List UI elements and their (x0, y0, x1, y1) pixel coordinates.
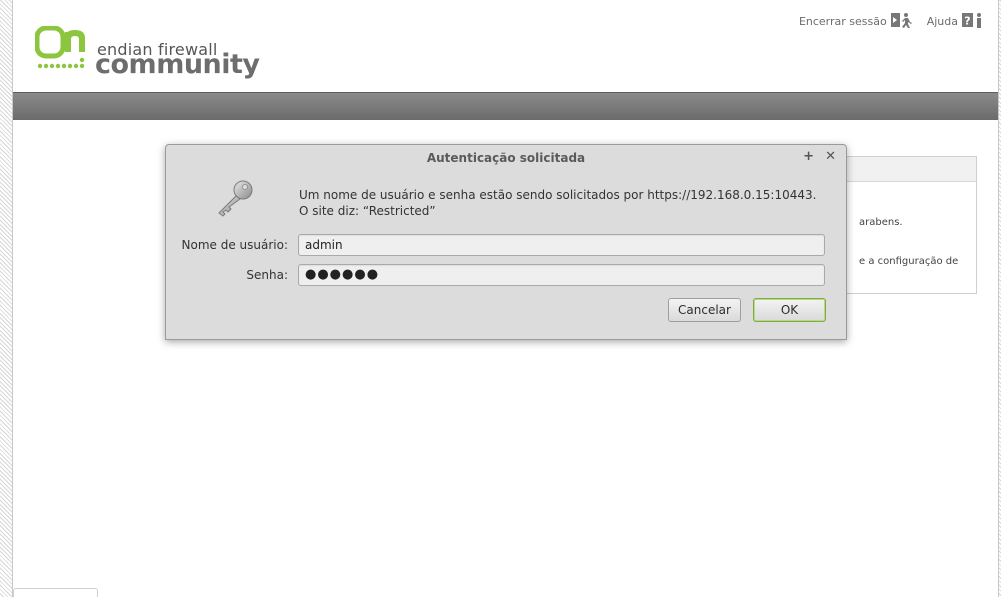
navigation-bar (13, 92, 998, 120)
help-link[interactable]: Ajuda ? (927, 12, 984, 31)
dialog-message: Um nome de usuário e senha estão sendo s… (299, 187, 816, 219)
background-text-1: arabens. (859, 217, 903, 228)
svg-text:?: ? (964, 15, 970, 28)
cancel-button[interactable]: Cancelar (668, 298, 741, 322)
top-links: Encerrar sessão Ajuda ? (785, 12, 984, 31)
username-label: Nome de usuário: (181, 238, 289, 252)
maximize-button[interactable]: + (803, 149, 814, 165)
left-margin (0, 0, 12, 597)
background-text-2: e a configuração de (859, 256, 959, 267)
logout-label: Encerrar sessão (798, 15, 887, 28)
username-input[interactable]: admin (298, 234, 825, 256)
ok-button[interactable]: OK (753, 298, 826, 322)
auth-dialog: Autenticação solicitada + ✕ Um nome de u… (165, 144, 847, 340)
logout-icon (890, 12, 913, 31)
password-label: Senha: (246, 268, 288, 282)
dialog-title: Autenticação solicitada (426, 151, 586, 165)
logout-link[interactable]: Encerrar sessão (799, 12, 913, 31)
dialog-message-line1: Um nome de usuário e senha estão sendo s… (299, 188, 817, 202)
bottom-tab (13, 588, 98, 597)
page-header: endian firewall community Encerrar sessã… (13, 0, 998, 92)
endian-logo-mark-icon (34, 25, 85, 69)
close-button[interactable]: ✕ (825, 149, 836, 165)
help-icon: ? (962, 12, 984, 31)
help-label: Ajuda (926, 15, 958, 28)
logo-text-line2: community (95, 49, 260, 80)
endian-logo[interactable]: endian firewall community (34, 25, 260, 80)
dialog-message-line2: O site diz: “Restricted” (299, 204, 436, 218)
key-icon (214, 179, 256, 223)
password-input[interactable]: ●●●●●● (298, 264, 825, 286)
